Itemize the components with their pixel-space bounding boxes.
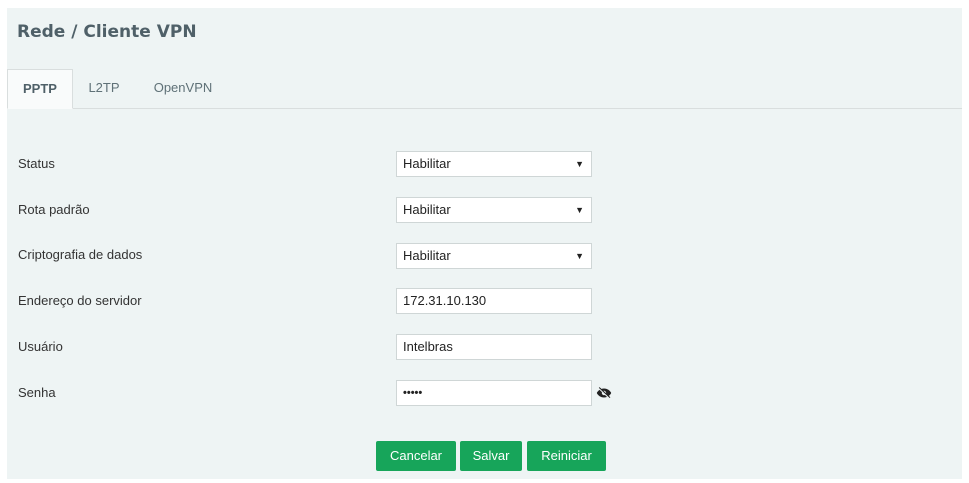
caret-down-icon: ▼ <box>575 159 584 169</box>
status-value: Habilitar <box>403 156 451 171</box>
server-input[interactable]: 172.31.10.130 <box>396 288 592 314</box>
user-label: Usuário <box>18 339 63 354</box>
vpn-client-panel: Rede / Cliente VPN PPTP L2TP OpenVPN Sta… <box>7 8 962 479</box>
caret-down-icon: ▼ <box>575 251 584 261</box>
password-input[interactable]: ••••• <box>396 380 592 406</box>
default-route-value: Habilitar <box>403 202 451 217</box>
page-title: Rede / Cliente VPN <box>17 22 197 42</box>
tab-openvpn[interactable]: OpenVPN <box>145 69 221 108</box>
cancel-button[interactable]: Cancelar <box>376 441 456 471</box>
tab-bar: PPTP L2TP OpenVPN <box>7 69 962 109</box>
status-select[interactable]: Habilitar ▼ <box>396 151 592 177</box>
restart-button[interactable]: Reiniciar <box>527 441 606 471</box>
encryption-label: Criptografia de dados <box>18 247 143 262</box>
eye-slash-icon[interactable] <box>596 387 612 399</box>
password-label: Senha <box>18 385 56 400</box>
save-button[interactable]: Salvar <box>460 441 522 471</box>
tab-pptp[interactable]: PPTP <box>7 69 73 109</box>
default-route-label: Rota padrão <box>18 202 90 217</box>
user-input[interactable]: Intelbras <box>396 334 592 360</box>
status-label: Status <box>18 156 55 171</box>
encryption-value: Habilitar <box>403 248 451 263</box>
tab-l2tp[interactable]: L2TP <box>73 69 135 108</box>
default-route-select[interactable]: Habilitar ▼ <box>396 197 592 223</box>
encryption-select[interactable]: Habilitar ▼ <box>396 243 592 269</box>
caret-down-icon: ▼ <box>575 205 584 215</box>
server-label: Endereço do servidor <box>18 293 142 308</box>
